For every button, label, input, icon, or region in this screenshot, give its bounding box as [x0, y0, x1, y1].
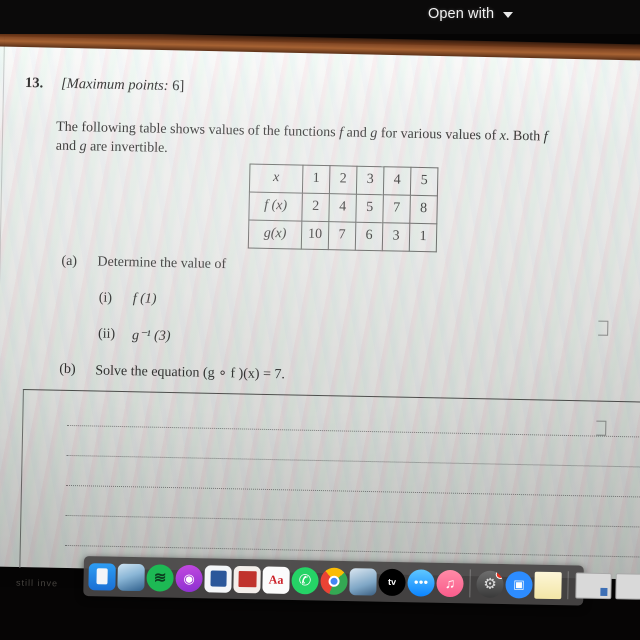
stem-text-5: and	[55, 138, 80, 155]
table-row: x 1 2 3 4 5	[249, 164, 438, 196]
messages-icon: ●●●	[413, 577, 429, 587]
viewer-top-bar	[0, 0, 640, 34]
marks-value-text: 6]	[168, 77, 185, 95]
part-a-ii-expression: g⁻¹ (3)	[131, 328, 171, 345]
row-label-fx: f (x)	[248, 192, 303, 222]
cell-x-5: 5	[410, 167, 438, 196]
document-page: 13. [Maximum points: 6] The following ta…	[0, 36, 640, 581]
dock-item-google-chrome[interactable]	[320, 567, 348, 595]
cell-gx-2: 7	[328, 221, 356, 251]
cell-gx-1: 10	[301, 221, 329, 250]
answer-line	[67, 424, 640, 438]
finder-icon	[96, 568, 108, 585]
part-b-text: Solve the equation (g ∘ f )(x) = 7.	[95, 363, 286, 383]
minimized-window[interactable]	[575, 572, 612, 600]
answer-line	[65, 514, 640, 528]
update-badge	[495, 570, 504, 579]
dock-item-spotify[interactable]: ≋	[146, 563, 174, 592]
table-row: f (x) 2 4 5 7 8	[248, 192, 438, 224]
adobe-icon: Aa	[268, 572, 284, 587]
office-icon	[209, 570, 227, 587]
video-camera-icon: ▣	[513, 577, 525, 592]
cell-fx-3: 5	[355, 194, 384, 223]
answer-line	[64, 544, 640, 558]
macos-dock: ≋ ◉ Aa ✆ tv ●●● ♫ ⚙ ▣	[83, 556, 640, 606]
faint-background-text: still inve	[15, 577, 59, 589]
dock-item-zoom[interactable]: ▣	[505, 570, 533, 599]
question-stem: The following table shows values of the …	[56, 118, 555, 166]
stem-text-2: and	[342, 125, 371, 141]
dock-item-podcasts[interactable]: ◉	[175, 564, 203, 592]
part-a-tag: (a)	[61, 253, 78, 270]
answer-line	[65, 484, 640, 498]
cell-fx-4: 7	[382, 194, 411, 224]
table-row: g(x) 10 7 6 3 1	[248, 220, 437, 252]
red-app-icon	[237, 570, 257, 588]
part-a-text: Determine the value of	[97, 254, 227, 273]
dock-item-photos[interactable]	[117, 563, 145, 591]
minimized-window[interactable]	[615, 573, 640, 600]
photo-of-screen: 13. [Maximum points: 6] The following ta…	[0, 0, 640, 640]
dock-item-apple-tv[interactable]: tv	[378, 568, 406, 596]
dock-item-system-preferences[interactable]: ⚙	[476, 570, 504, 598]
cell-x-3: 3	[356, 166, 384, 195]
function-values-table: x 1 2 3 4 5 f (x) 2 4 5 7 8 g(x) 10 7 6 …	[248, 164, 439, 253]
dock-item-stickies[interactable]	[534, 571, 562, 599]
stem-text-6: are invertible.	[86, 139, 168, 156]
part-b-tag: (b)	[59, 361, 76, 378]
dock-item-red-app[interactable]	[233, 565, 261, 593]
dock-separator	[567, 571, 569, 600]
cell-fx-2: 4	[328, 193, 357, 223]
open-with-button[interactable]: Open with	[428, 6, 514, 22]
open-with-label: Open with	[428, 6, 495, 22]
question-number: 13.	[24, 75, 44, 92]
question-marks: [Maximum points: 6]	[61, 76, 185, 95]
stem-text-1: The following table shows values of the …	[56, 119, 340, 141]
margin-bracket-mark	[596, 420, 607, 436]
cell-x-2: 2	[329, 165, 357, 195]
dock-item-whatsapp[interactable]: ✆	[291, 566, 319, 595]
dock-separator	[469, 569, 471, 598]
apple-tv-icon: tv	[387, 576, 397, 587]
part-a-ii-tag: (ii)	[97, 326, 116, 342]
cell-fx-1: 2	[301, 193, 330, 222]
dock-item-music[interactable]: ♫	[436, 569, 464, 597]
answer-area	[19, 389, 640, 581]
dock-item-finder[interactable]	[88, 562, 116, 591]
dock-item-microsoft-office[interactable]	[204, 564, 232, 593]
answer-line	[66, 454, 640, 468]
stem-symbol-f2: f	[543, 129, 548, 145]
spotify-icon: ≋	[153, 568, 167, 587]
chevron-down-icon	[503, 12, 514, 18]
stem-text-4: . Both	[505, 128, 544, 145]
dock-item-preview[interactable]	[349, 567, 377, 596]
cell-x-1: 1	[302, 165, 330, 194]
cell-gx-4: 3	[382, 222, 410, 252]
part-a-i-tag: (i)	[98, 290, 113, 306]
cell-fx-5: 8	[409, 195, 438, 224]
row-label-x: x	[249, 164, 303, 194]
music-icon: ♫	[444, 574, 456, 592]
marks-open-text: [Maximum points:	[60, 75, 169, 94]
part-a-i-expression: f (1)	[132, 291, 157, 307]
cell-gx-3: 6	[355, 222, 383, 251]
stem-text-3: for various values of	[377, 126, 500, 144]
cell-x-4: 4	[383, 166, 411, 196]
dock-item-messages[interactable]: ●●●	[407, 568, 435, 597]
document-content: 13. [Maximum points: 6] The following ta…	[0, 36, 640, 581]
margin-bracket-mark	[598, 320, 609, 336]
cell-gx-5: 1	[409, 223, 437, 252]
whatsapp-icon: ✆	[298, 571, 312, 589]
podcasts-icon: ◉	[183, 570, 195, 586]
row-label-gx: g(x)	[248, 220, 302, 250]
dock-item-adobe[interactable]: Aa	[262, 565, 290, 594]
gear-icon: ⚙	[483, 575, 497, 593]
